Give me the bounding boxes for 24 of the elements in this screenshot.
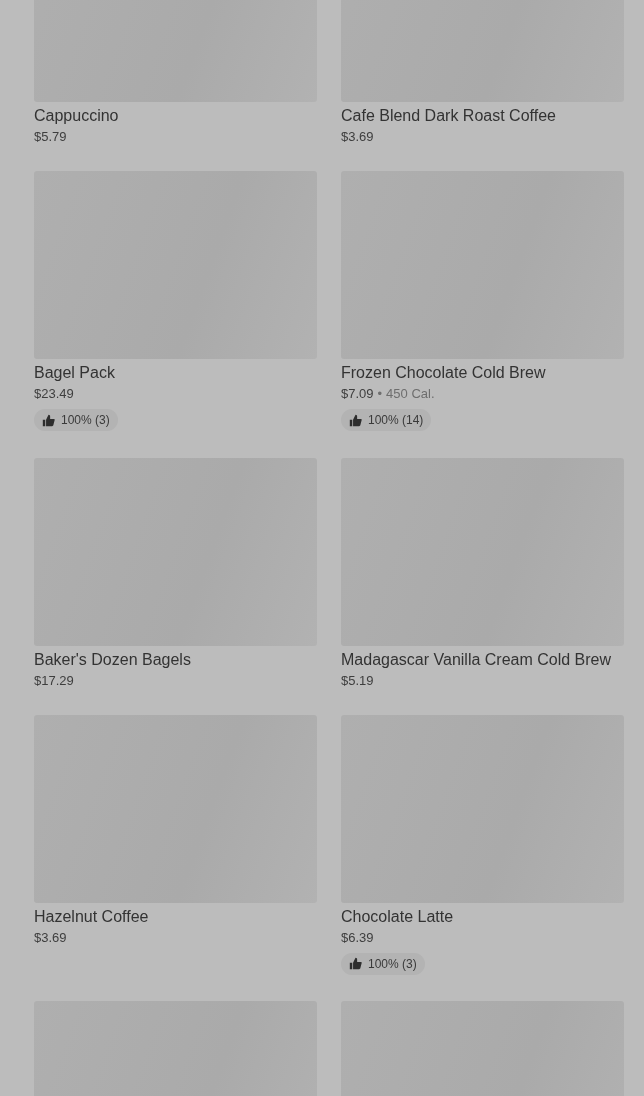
rating-text: 100% (3) (61, 412, 110, 429)
rating-text: 100% (3) (368, 955, 417, 973)
rating-text: 100% (14) (368, 412, 424, 429)
product-name: Madagascar Vanilla Cream Cold Brew (341, 649, 613, 670)
calories-label: 450 Cal. (386, 385, 435, 403)
separator-dot: • (377, 385, 383, 403)
thumbs-up-icon (349, 413, 362, 427)
product-name: Chocolate Latte (341, 906, 455, 927)
product-price: $5.19 (341, 671, 375, 690)
product-price: $3.69 (34, 928, 68, 947)
product-name: Hazelnut Coffee (34, 906, 150, 927)
product-price: $6.39 (341, 928, 375, 947)
thumbs-up-icon (42, 413, 55, 427)
product-name: Bagel Pack (34, 363, 116, 383)
product-name: Cappuccino (34, 106, 120, 126)
product-price: $3.69 (341, 128, 375, 146)
product-name: Cafe Blend Dark Roast Coffee (341, 106, 557, 126)
product-price: $23.49 (34, 385, 75, 403)
thumbs-up-icon (349, 957, 362, 970)
product-price: $17.29 (34, 671, 75, 690)
product-name: Baker's Dozen Bagels (34, 649, 192, 670)
product-price: $5.79 (34, 128, 68, 146)
product-name: Frozen Chocolate Cold Brew (341, 363, 547, 383)
product-price: $7.09 (341, 385, 374, 403)
